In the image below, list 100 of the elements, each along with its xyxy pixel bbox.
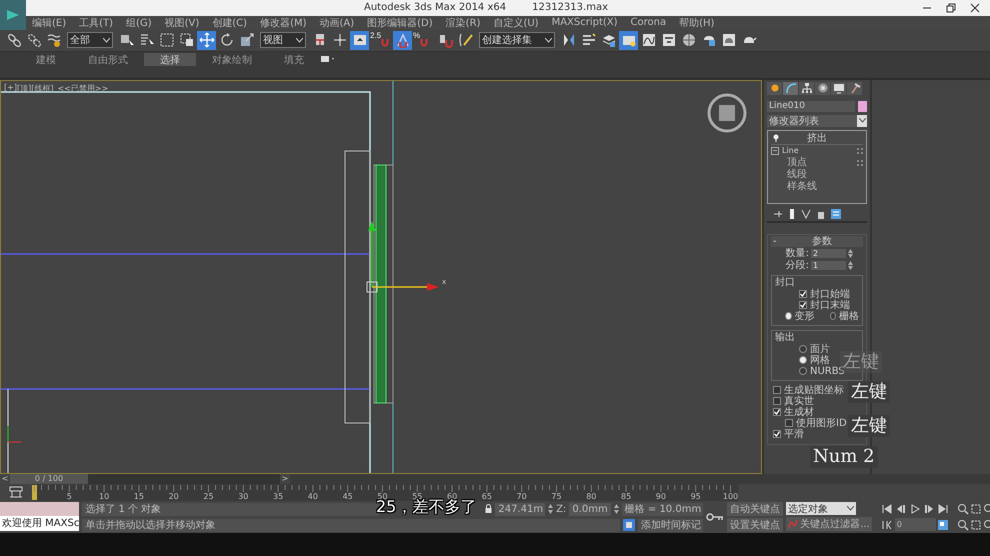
menu-item[interactable]: 修改器(M): [260, 16, 306, 30]
key-filters-button[interactable]: 关键点过滤器...: [786, 517, 872, 532]
zoom-icon[interactable]: [956, 502, 970, 516]
radio-button[interactable]: [799, 356, 807, 364]
viewport-menu[interactable]: [线框]: [31, 82, 54, 94]
spinner-field[interactable]: 2: [811, 248, 846, 258]
spinner-field[interactable]: 1: [811, 260, 846, 270]
window-icon[interactable]: [350, 30, 369, 50]
radio-button[interactable]: [799, 345, 807, 354]
lock-icon[interactable]: [485, 504, 492, 514]
menu-item[interactable]: 创建(C): [212, 16, 248, 30]
menu-item[interactable]: 动画(A): [320, 16, 354, 30]
ribbon-tab[interactable]: 选择: [144, 52, 196, 66]
stack-subitem[interactable]: 线段: [771, 170, 807, 180]
checkbox[interactable]: [773, 386, 781, 394]
stack-subitem[interactable]: 顶点: [771, 158, 807, 168]
stack-item[interactable]: Line: [782, 146, 799, 156]
ribbon-options-icon[interactable]: [320, 55, 336, 64]
stack-item[interactable]: 挤出: [807, 130, 827, 145]
ribbon-tab[interactable]: 自由形式: [72, 52, 144, 66]
key-icon[interactable]: [706, 513, 724, 522]
set-key-button[interactable]: 设置关键点: [727, 518, 784, 532]
command-panel-tab[interactable]: [767, 82, 782, 95]
ribbon-tab[interactable]: 填充: [268, 52, 320, 66]
checkbox[interactable]: [773, 408, 781, 416]
radio-button[interactable]: [830, 312, 836, 320]
time-slider[interactable]: < 0 / 100 >: [0, 474, 290, 484]
expand-toggle[interactable]: [771, 146, 779, 155]
restore-icon[interactable]: [946, 2, 956, 13]
ribbon-tab[interactable]: 对象绘制: [196, 52, 268, 66]
menu-item[interactable]: 组(G): [126, 16, 152, 30]
rollout-header[interactable]: - 参数: [771, 236, 863, 247]
checkbox[interactable]: [785, 419, 793, 428]
folder-icon[interactable]: [619, 30, 638, 50]
menu-item[interactable]: 视图(V): [164, 16, 200, 30]
command-panel-tab[interactable]: [831, 82, 846, 95]
spinner-arrows-icon[interactable]: [614, 504, 619, 514]
toolbar-dropdown[interactable]: 视图: [260, 32, 306, 48]
snap-toggle-button[interactable]: 2.5: [370, 30, 392, 50]
command-panel-tab[interactable]: [847, 82, 862, 95]
menu-item[interactable]: 工具(T): [79, 16, 114, 30]
app-logo-icon[interactable]: [0, 0, 26, 30]
spinner-arrows-icon[interactable]: [848, 260, 853, 270]
add-time-tag-button[interactable]: 添加时间标记: [638, 518, 704, 532]
collapse-toggle[interactable]: -: [773, 236, 783, 247]
time-slider-thumb[interactable]: 0 / 100: [10, 474, 88, 484]
curve-editor-icon[interactable]: [9, 486, 23, 498]
spinner-arrows-icon[interactable]: [848, 248, 853, 258]
toolbar-dropdown[interactable]: 创建选择集: [479, 32, 555, 48]
checkbox[interactable]: [773, 430, 781, 438]
menu-item[interactable]: 渲染(R): [446, 16, 480, 30]
skip-start-icon[interactable]: [880, 502, 894, 516]
next-frame-button[interactable]: >: [280, 474, 290, 484]
bar-icon[interactable]: [789, 208, 795, 219]
previous-frame-button[interactable]: <: [0, 474, 10, 484]
key-mode-icon[interactable]: [880, 518, 894, 532]
move-gizmo[interactable]: [366, 220, 439, 292]
ribbon-tab[interactable]: 建模: [20, 52, 72, 66]
toolbar-dropdown[interactable]: 全部: [67, 32, 113, 48]
selected-shape[interactable]: [376, 164, 386, 404]
command-panel-tab[interactable]: [815, 82, 830, 95]
checkbox[interactable]: [773, 397, 781, 406]
listener-output[interactable]: 欢迎使用 MAXSc: [0, 516, 80, 532]
viewport-menu[interactable]: [顶]: [16, 82, 32, 94]
viewcube-icon[interactable]: [708, 93, 746, 132]
radio-button[interactable]: [799, 367, 807, 376]
snap-toggle-button[interactable]: %: [413, 30, 435, 50]
frame-field[interactable]: 0: [894, 518, 936, 532]
stack-subitem[interactable]: 样条线: [771, 182, 817, 192]
pin-icon[interactable]: [773, 208, 783, 219]
checkbox[interactable]: [799, 301, 807, 310]
angle-magnet-icon[interactable]: [393, 30, 412, 50]
command-panel-tab[interactable]: [799, 82, 814, 95]
fork-icon[interactable]: [801, 208, 811, 219]
coordinate-field[interactable]: 247.41m: [495, 502, 546, 516]
auto-key-button[interactable]: 自动关键点: [727, 502, 784, 516]
close-icon[interactable]: [970, 2, 980, 13]
menu-item[interactable]: 图形编辑器(D): [367, 16, 433, 30]
menu-item[interactable]: MAXScript(X): [552, 17, 618, 28]
frame-marker[interactable]: [32, 484, 37, 500]
menu-item[interactable]: 编辑(E): [32, 16, 66, 30]
coordinate-field[interactable]: 0.0mm: [569, 502, 611, 516]
modifier-list-dropdown[interactable]: 修改器列表: [767, 114, 867, 127]
radio-button[interactable]: [785, 312, 792, 320]
menu-item[interactable]: 自定义(U): [493, 16, 539, 30]
play-icon[interactable]: [908, 502, 922, 516]
list-icon[interactable]: [831, 208, 841, 219]
key-target-dropdown[interactable]: 选定对象: [786, 502, 856, 516]
spinner-arrows-icon[interactable]: [548, 504, 554, 514]
object-name-field[interactable]: Line010: [767, 100, 855, 112]
menu-item[interactable]: 帮助(H): [679, 16, 714, 30]
step-back-icon[interactable]: [894, 502, 908, 516]
listener-input[interactable]: [0, 502, 80, 516]
menu-item[interactable]: Corona: [630, 17, 666, 28]
time-tag-icon[interactable]: [623, 519, 636, 532]
checkbox[interactable]: [799, 290, 807, 298]
viewport-menu[interactable]: [+]: [4, 82, 17, 94]
move-icon[interactable]: [197, 30, 216, 50]
command-panel-tab[interactable]: [783, 82, 798, 95]
object-color-swatch[interactable]: [858, 100, 867, 112]
